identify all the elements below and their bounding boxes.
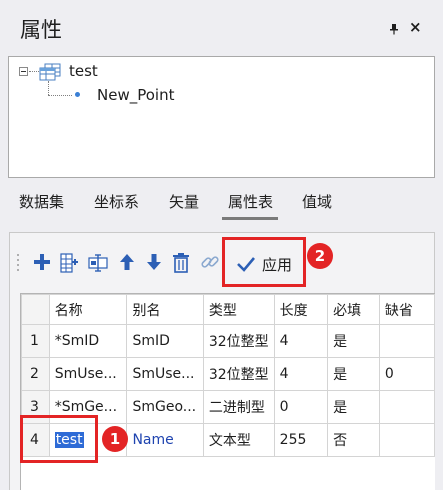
row-number[interactable]: 2 [21,357,50,391]
cell-length[interactable]: 4 [273,324,329,358]
point-dot-icon [75,92,80,97]
cell-type[interactable]: 文本型 [202,423,275,457]
column-header-type[interactable]: 类型 [202,294,275,325]
table-header-row: 名称 别名 类型 长度 必填 缺省 [21,294,435,325]
close-icon[interactable]: × [409,17,422,37]
cell-default[interactable] [378,423,435,457]
cell-required[interactable]: 是 [327,324,380,358]
delete-icon[interactable] [171,252,191,274]
cell-required[interactable]: 是 [327,357,380,391]
apply-callout-box [222,237,306,287]
cell-default[interactable] [378,324,435,358]
column-header-default[interactable]: 缺省 [378,294,435,325]
dataset-table-icon [39,63,61,81]
collapse-toggle-icon[interactable] [19,67,28,76]
cell-default[interactable] [378,390,435,424]
cell-default[interactable]: 0 [378,357,435,391]
cell-name[interactable]: *SmID [48,324,128,358]
cell-required[interactable]: 否 [327,423,380,457]
tree-item-new-point[interactable]: New_Point [95,85,176,105]
tab-vector[interactable]: 矢量 [169,191,199,212]
cell-name[interactable]: SmUse... [48,357,128,391]
cell-length[interactable]: 255 [273,423,329,457]
tree-connector [48,81,49,95]
panel-title: 属性 [20,18,62,42]
dataset-tree: test New_Point [8,56,435,178]
cell-length[interactable]: 4 [273,357,329,391]
rename-field-icon[interactable] [87,252,109,274]
move-down-icon[interactable] [145,252,163,272]
tab-coordinate-system[interactable]: 坐标系 [94,191,139,212]
tree-connector [29,71,39,72]
cell-alias[interactable]: SmID [126,324,204,358]
column-header-name[interactable]: 名称 [48,294,128,325]
tab-domain[interactable]: 值域 [302,191,332,212]
tab-attribute-table[interactable]: 属性表 [228,191,273,212]
pin-icon[interactable] [389,23,399,35]
row-number[interactable]: 1 [21,324,50,358]
table-corner [21,294,50,325]
cell-length[interactable]: 0 [273,390,329,424]
cell-type[interactable]: 32位整型 [202,357,275,391]
link-icon[interactable] [200,252,220,272]
table-row[interactable]: 2 SmUse... SmUse... 32位整型 4 是 0 [21,357,435,391]
cell-type[interactable]: 二进制型 [202,390,275,424]
active-tab-indicator [222,217,278,220]
cell-type[interactable]: 32位整型 [202,324,275,358]
tab-bar: 数据集 坐标系 矢量 属性表 值域 [0,191,443,219]
column-header-length[interactable]: 长度 [273,294,329,325]
table-row[interactable]: 1 *SmID SmID 32位整型 4 是 [21,324,435,358]
cell-required[interactable]: 是 [327,390,380,424]
tree-connector [48,95,72,96]
callout-badge-2: 2 [307,243,333,269]
add-icon[interactable] [32,252,52,272]
callout-badge-1: 1 [102,426,128,452]
column-header-alias[interactable]: 别名 [126,294,204,325]
move-up-icon[interactable] [118,252,136,272]
tab-dataset[interactable]: 数据集 [19,191,64,212]
insert-field-icon[interactable] [58,252,80,274]
column-header-required[interactable]: 必填 [327,294,380,325]
toolbar-grip-icon [17,254,19,271]
cell-alias[interactable]: SmUse... [126,357,204,391]
cell-alias[interactable]: SmGeo... [126,390,204,424]
edit-callout-box [20,415,98,463]
cell-alias[interactable]: Name [126,423,204,457]
tree-item-root[interactable]: test [69,62,98,80]
